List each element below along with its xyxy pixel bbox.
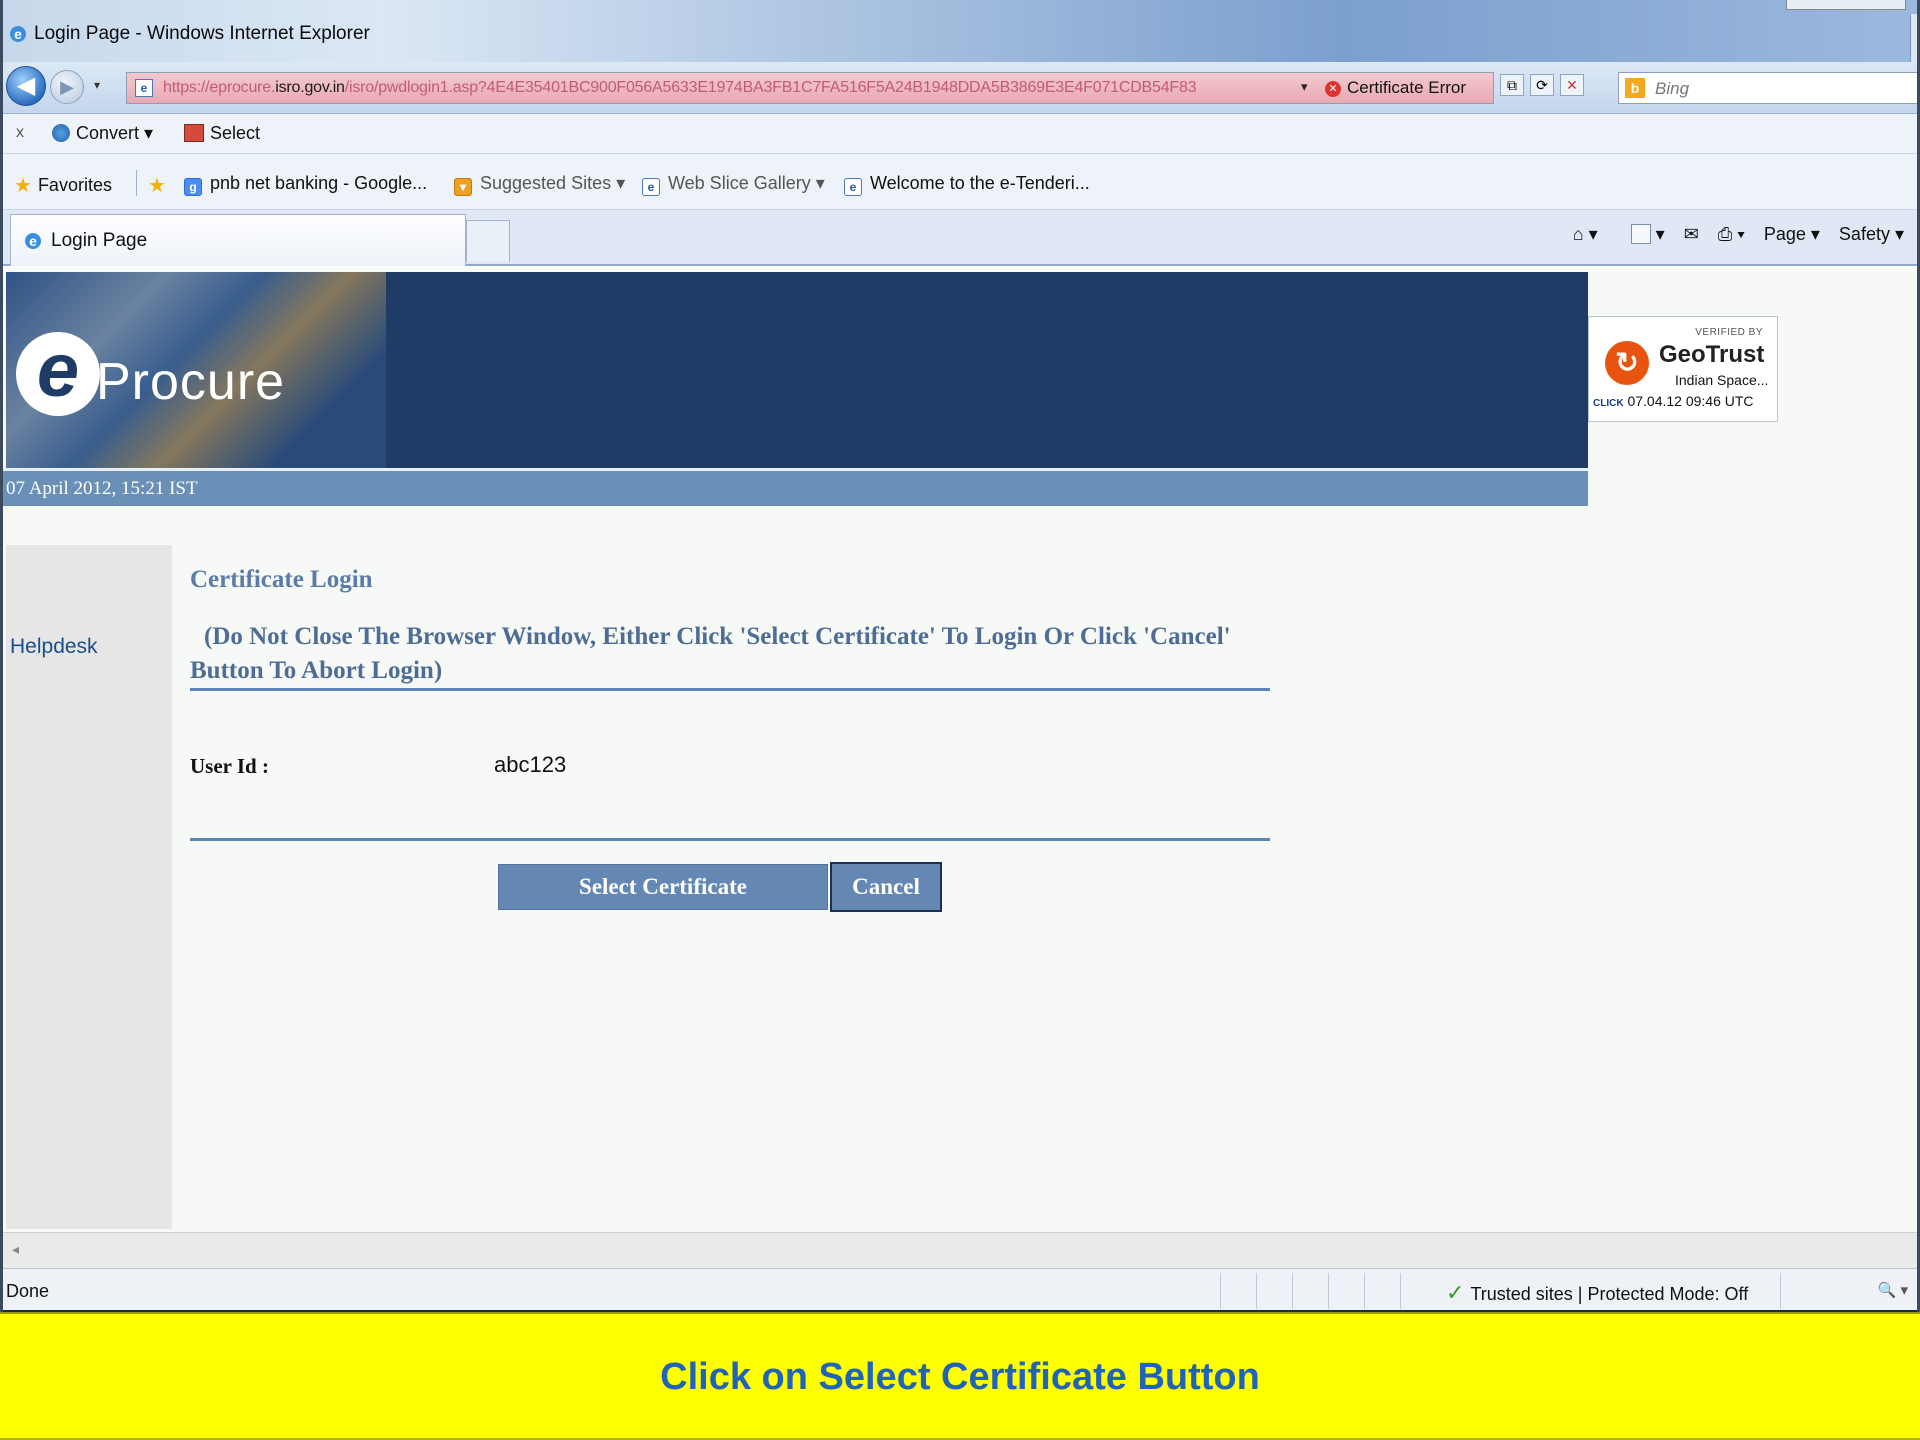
home-icon[interactable]: ⌂ ▾: [1573, 224, 1598, 244]
favorites-button[interactable]: ★ Favorites: [14, 173, 112, 198]
svg-text:e: e: [14, 26, 22, 42]
divider: [190, 838, 1270, 841]
divider: [136, 170, 137, 196]
date-bar: 07 April 2012, 15:21 IST: [0, 468, 1588, 506]
history-dropdown-icon[interactable]: ▾: [94, 78, 100, 92]
google-icon: g: [184, 178, 202, 196]
security-zone[interactable]: ✓ Trusted sites | Protected Mode: Off: [1446, 1280, 1748, 1306]
seal-org: Indian Space...: [1675, 372, 1769, 388]
ie-page-icon: e: [642, 178, 660, 196]
search-box[interactable]: b Bing: [1618, 72, 1918, 104]
geotrust-seal[interactable]: VERIFIED BY ↻ GeoTrust Indian Space... C…: [1588, 316, 1778, 422]
user-id-value: abc123: [494, 752, 567, 777]
date-time: 07 April 2012, 15:21 IST: [6, 478, 198, 499]
seal-verified: VERIFIED BY: [1695, 327, 1763, 338]
favorite-item-suggested-sites[interactable]: ▾ Suggested Sites ▾: [454, 173, 625, 196]
status-text: Done: [6, 1281, 50, 1301]
screen: e Login Page - Windows Internet Explorer…: [0, 0, 1920, 1440]
tab-strip: e Login Page ⌂ ▾ ▾ ✉ ⎙ ▾ Page ▾ Safety ▾: [0, 210, 1920, 266]
page-icon: e: [135, 79, 153, 97]
instruction-caption: Click on Select Certificate Button: [0, 1312, 1920, 1440]
add-favorite-icon[interactable]: ★: [148, 173, 172, 198]
favorite-item-web-slice-gallery[interactable]: e Web Slice Gallery ▾: [642, 173, 825, 196]
feeds-icon[interactable]: ▾: [1617, 224, 1665, 244]
scroll-left-icon[interactable]: ◂: [12, 1241, 19, 1258]
address-dropdown-icon[interactable]: ▾: [1301, 79, 1308, 95]
convert-icon: [52, 124, 70, 142]
geotrust-logo-icon: ↻: [1605, 341, 1649, 385]
cancel-button[interactable]: Cancel: [830, 862, 942, 912]
command-bar: x Convert ▾ Select: [0, 114, 1920, 154]
close-toolbar-icon[interactable]: x: [16, 124, 24, 142]
refresh-icon[interactable]: ⟳: [1530, 74, 1554, 96]
search-placeholder: Bing: [1655, 79, 1690, 98]
favorite-item-pnb[interactable]: g pnb net banking - Google...: [184, 173, 427, 196]
user-id-label: User Id :: [190, 754, 269, 778]
new-tab-button[interactable]: [466, 220, 510, 262]
suggested-sites-icon: ▾: [454, 178, 472, 196]
window-titlebar: e Login Page - Windows Internet Explorer: [0, 0, 1920, 70]
stop-icon[interactable]: ✕: [1560, 74, 1584, 96]
safety-menu[interactable]: Safety ▾: [1839, 224, 1904, 244]
select-button[interactable]: Select: [184, 123, 260, 144]
convert-button[interactable]: Convert ▾: [52, 123, 153, 144]
command-toolbar: ⌂ ▾ ▾ ✉ ⎙ ▾ Page ▾ Safety ▾: [1559, 224, 1904, 245]
eprocure-banner: e Procure: [6, 272, 1588, 468]
mail-icon[interactable]: ✉: [1684, 224, 1699, 244]
window-title: Login Page - Windows Internet Explorer: [34, 23, 370, 44]
compatibility-icon[interactable]: ⧉: [1500, 74, 1524, 96]
ie-logo-icon: e: [10, 26, 26, 42]
select-certificate-button[interactable]: Select Certificate: [498, 864, 828, 910]
seal-brand: GeoTrust: [1659, 341, 1765, 368]
star-icon: ★: [14, 175, 32, 197]
error-icon: ✕: [1325, 81, 1341, 97]
status-bar: Done ✓ Trusted sites | Protected Mode: Of…: [0, 1268, 1920, 1312]
bing-logo-icon: b: [1625, 78, 1645, 98]
check-icon: ✓: [1446, 1280, 1465, 1305]
address-bar[interactable]: e https://eprocure.isro.gov.in/isro/pwdl…: [126, 72, 1494, 104]
tab-login-page[interactable]: e Login Page: [10, 214, 466, 266]
svg-text:e: e: [29, 233, 37, 249]
left-nav: Helpdesk: [6, 545, 172, 1229]
certificate-error-button[interactable]: ✕ Certificate Error: [1325, 78, 1466, 98]
page-viewport: e Procure VERIFIED BY ↻ GeoTrust Indian …: [0, 268, 1920, 1232]
url-text[interactable]: https://eprocure.isro.gov.in/isro/pwdlog…: [163, 79, 1197, 97]
ie-page-icon: e: [844, 178, 862, 196]
login-notice: (Do Not Close The Browser Window, Either…: [190, 623, 1231, 684]
helpdesk-link[interactable]: Helpdesk: [10, 635, 98, 659]
favorite-item-e-tendering[interactable]: e Welcome to the e-Tenderi...: [844, 173, 1090, 196]
address-row: ◀ ▶ ▾ e https://eprocure.isro.gov.in/isr…: [0, 62, 1920, 114]
window-edge: [1910, 14, 1920, 64]
ie-logo-icon: e: [25, 233, 41, 249]
zoom-icon[interactable]: 🔍 ▾: [1878, 1281, 1908, 1299]
page-menu[interactable]: Page ▾: [1764, 224, 1820, 244]
horizontal-scrollbar[interactable]: ◂: [0, 1232, 1920, 1268]
eprocure-logo-text: Procure: [96, 353, 286, 411]
forward-button[interactable]: ▶: [50, 70, 84, 104]
page-title: Certificate Login: [190, 566, 373, 593]
back-button[interactable]: ◀: [6, 66, 46, 106]
tab-label: Login Page: [51, 230, 148, 251]
seal-click: CLICK 07.04.12 09:46 UTC: [1593, 393, 1754, 409]
divider: [190, 688, 1270, 691]
select-icon: [184, 124, 204, 142]
window-controls[interactable]: [1786, 0, 1906, 10]
eprocure-logo-letter: e: [16, 332, 100, 416]
print-icon[interactable]: ⎙ ▾: [1718, 224, 1745, 244]
caption-text: Click on Select Certificate Button: [660, 1356, 1260, 1398]
favorites-bar: ★ Favorites ★ g pnb net banking - Google..…: [0, 154, 1920, 210]
